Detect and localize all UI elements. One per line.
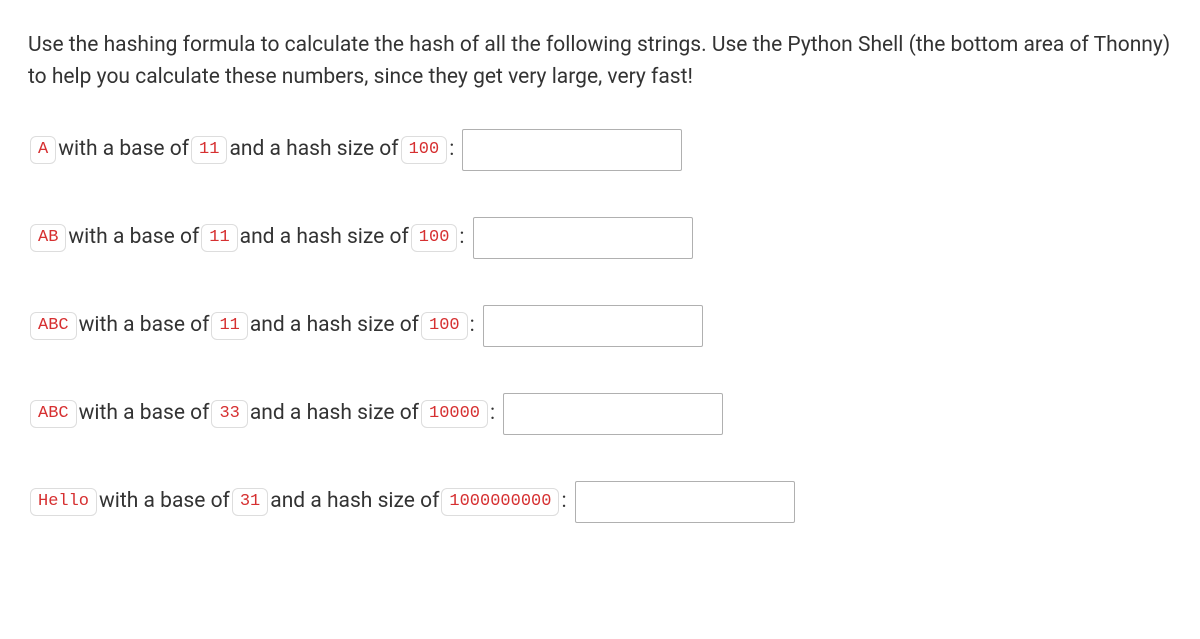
answer-input[interactable]	[483, 305, 703, 347]
instructions-text: Use the hashing formula to calculate the…	[28, 30, 1172, 93]
answer-input[interactable]	[575, 481, 795, 523]
label-and-hash: and a hash size of	[240, 222, 409, 254]
label-with-base: with a base of	[58, 134, 189, 166]
question-row: ABC with a base of 11 and a hash size of…	[28, 305, 1172, 347]
string-chip: AB	[30, 224, 66, 251]
answer-input[interactable]	[473, 217, 693, 259]
hash-size-chip: 100	[411, 224, 458, 251]
string-chip: Hello	[30, 488, 97, 515]
label-colon: :	[459, 222, 464, 254]
string-chip: ABC	[30, 312, 77, 339]
label-colon: :	[470, 310, 475, 342]
base-chip: 11	[201, 224, 237, 251]
hash-size-chip: 100	[421, 312, 468, 339]
question-row: A with a base of 11 and a hash size of 1…	[28, 129, 1172, 171]
answer-input[interactable]	[503, 393, 723, 435]
question-row: Hello with a base of 31 and a hash size …	[28, 481, 1172, 523]
label-and-hash: and a hash size of	[250, 398, 419, 430]
string-chip: ABC	[30, 400, 77, 427]
question-row: AB with a base of 11 and a hash size of …	[28, 217, 1172, 259]
label-colon: :	[490, 398, 495, 430]
label-with-base: with a base of	[79, 398, 210, 430]
base-chip: 11	[211, 312, 247, 339]
label-and-hash: and a hash size of	[229, 134, 398, 166]
question-row: ABC with a base of 33 and a hash size of…	[28, 393, 1172, 435]
label-with-base: with a base of	[68, 222, 199, 254]
hash-size-chip: 10000	[421, 400, 488, 427]
label-with-base: with a base of	[99, 486, 230, 518]
label-and-hash: and a hash size of	[250, 310, 419, 342]
string-chip: A	[30, 136, 56, 163]
label-colon: :	[449, 134, 454, 166]
label-and-hash: and a hash size of	[270, 486, 439, 518]
answer-input[interactable]	[462, 129, 682, 171]
base-chip: 31	[232, 488, 268, 515]
hash-size-chip: 100	[401, 136, 448, 163]
label-colon: :	[561, 486, 566, 518]
base-chip: 33	[211, 400, 247, 427]
base-chip: 11	[191, 136, 227, 163]
hash-size-chip: 1000000000	[441, 488, 559, 515]
label-with-base: with a base of	[79, 310, 210, 342]
